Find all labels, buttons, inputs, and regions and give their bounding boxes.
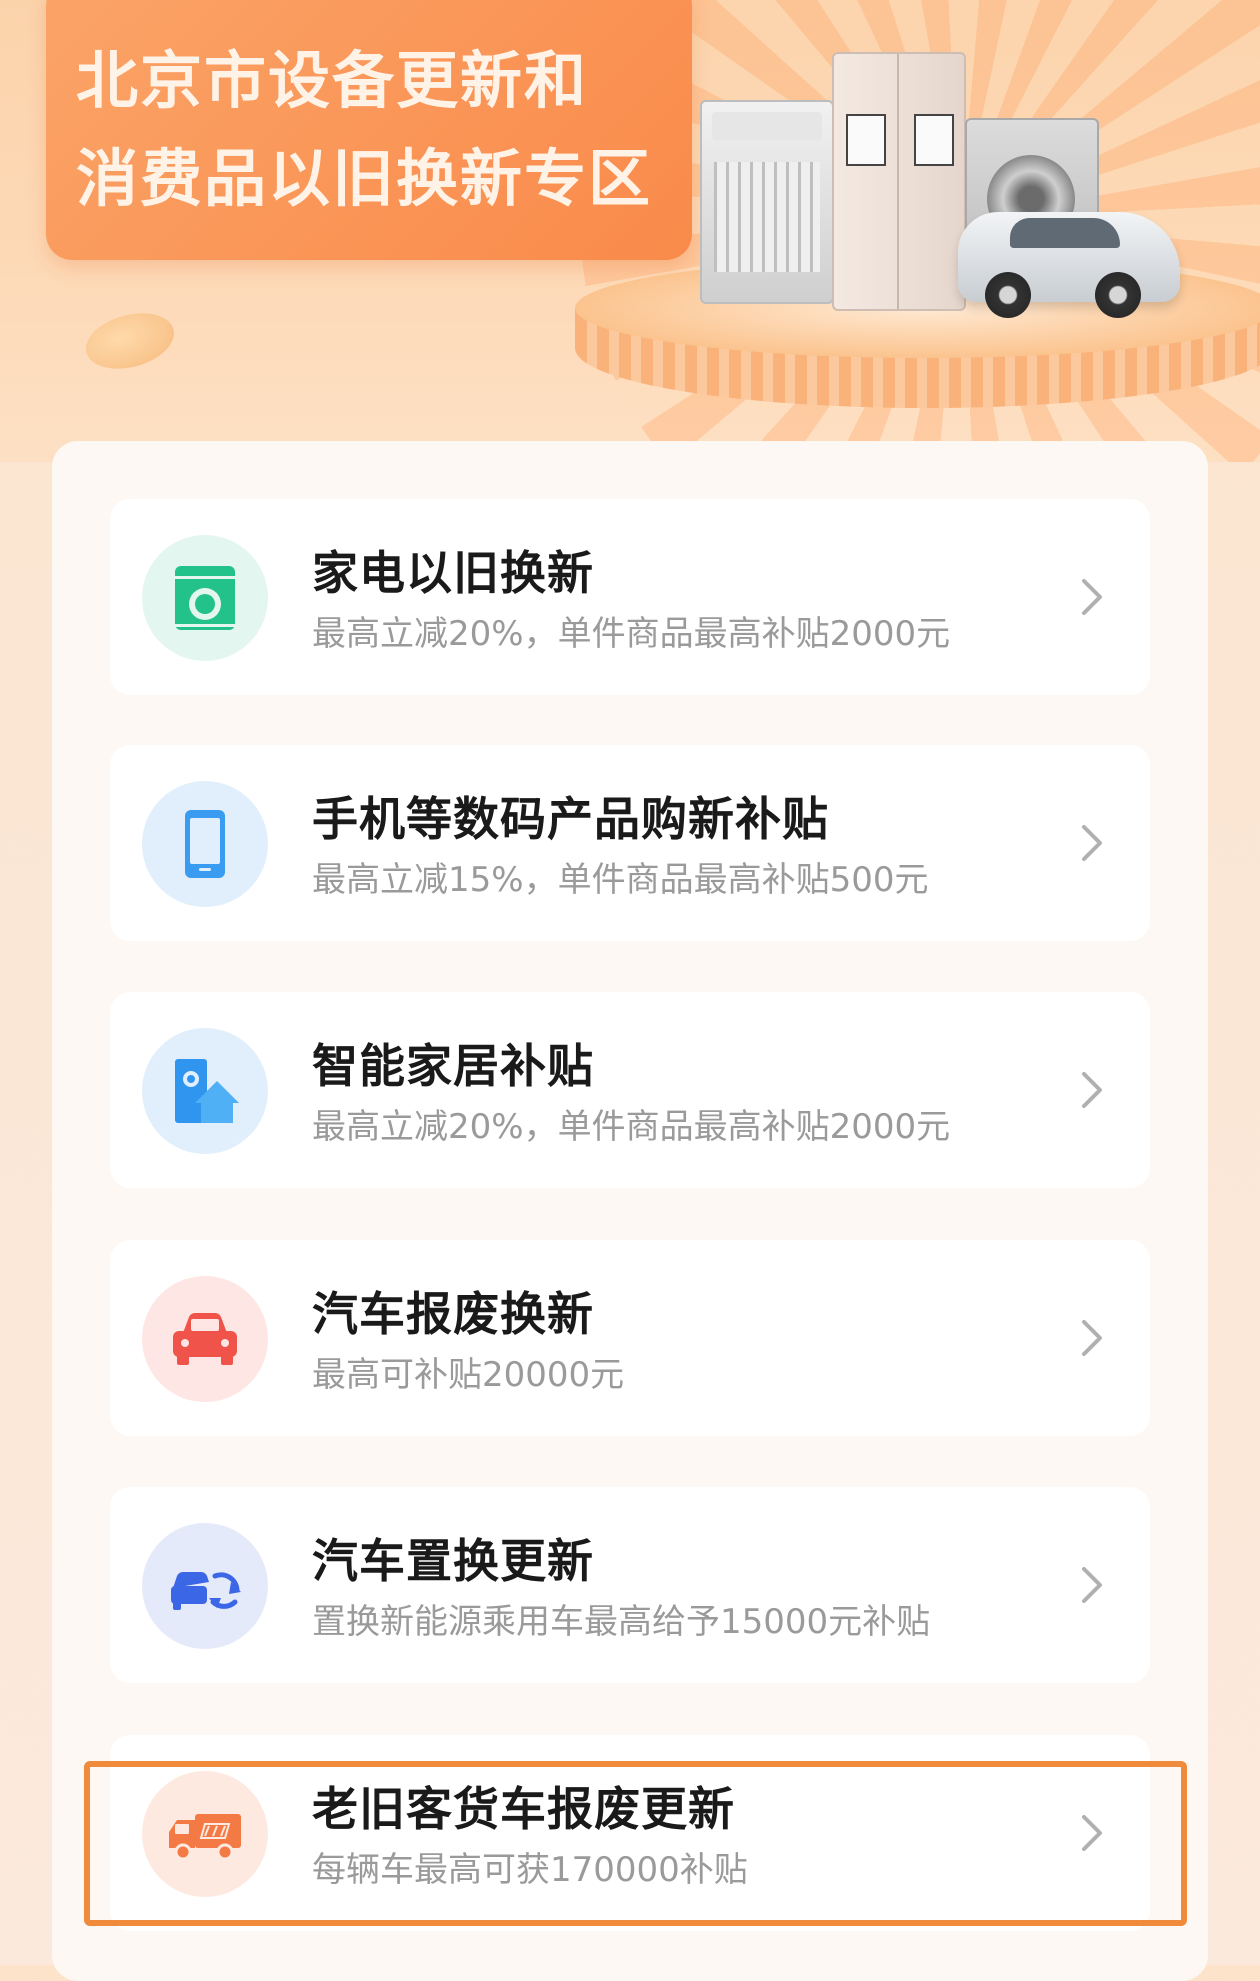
list-item-smart-home-subsidy[interactable]: 智能家居补贴 最高立减20%，单件商品最高补贴2000元 <box>110 992 1150 1188</box>
chevron-right-icon <box>1082 579 1102 615</box>
washing-machine-icon <box>175 566 235 630</box>
item-title: 汽车置换更新 <box>312 1534 594 1588</box>
banner: 北京市设备更新和 消费品以旧换新专区 <box>0 0 1260 462</box>
chevron-right-icon <box>1082 1072 1102 1108</box>
item-title: 智能家居补贴 <box>312 1039 594 1093</box>
appliance-icon-badge <box>142 535 268 661</box>
list-item-appliance-tradein[interactable]: 家电以旧换新 最高立减20%，单件商品最高补贴2000元 <box>110 499 1150 695</box>
item-subtitle: 最高立减20%，单件商品最高补贴2000元 <box>312 614 951 654</box>
banner-title-line-2: 消费品以旧换新专区 <box>76 142 653 215</box>
chevron-right-icon <box>1082 825 1102 861</box>
item-title: 汽车报废换新 <box>312 1287 594 1341</box>
item-subtitle: 最高可补贴20000元 <box>312 1355 625 1395</box>
smart-home-icon-badge <box>142 1028 268 1154</box>
dishwasher-image <box>700 100 834 304</box>
car-swap-icon <box>171 1572 241 1610</box>
smart-home-icon <box>175 1059 239 1123</box>
list-item-digital-subsidy[interactable]: 手机等数码产品购新补贴 最高立减15%，单件商品最高补贴500元 <box>110 745 1150 941</box>
item-subtitle: 最高立减15%，单件商品最高补贴500元 <box>312 860 929 900</box>
chevron-right-icon <box>1082 1320 1102 1356</box>
car-window <box>1010 218 1120 248</box>
item-subtitle: 最高立减20%，单件商品最高补贴2000元 <box>312 1107 951 1147</box>
chevron-right-icon <box>1082 1567 1102 1603</box>
item-subtitle: 置换新能源乘用车最高给予15000元补贴 <box>312 1602 931 1642</box>
banner-title-line-1: 北京市设备更新和 <box>76 44 589 117</box>
item-title: 家电以旧换新 <box>312 546 594 600</box>
car-icon-badge <box>142 1276 268 1402</box>
car-wheel <box>985 272 1031 318</box>
phone-icon <box>185 810 225 878</box>
list-item-car-scrap-renewal[interactable]: 汽车报废换新 最高可补贴20000元 <box>110 1240 1150 1436</box>
car-swap-icon-badge <box>142 1523 268 1649</box>
car-wheel <box>1095 272 1141 318</box>
refrigerator-image <box>832 52 966 311</box>
digital-icon-badge <box>142 781 268 907</box>
list-item-car-replacement[interactable]: 汽车置换更新 置换新能源乘用车最高给予15000元补贴 <box>110 1487 1150 1683</box>
coin-decoration <box>79 304 181 378</box>
highlight-box <box>84 1761 1187 1926</box>
car-icon <box>173 1313 237 1365</box>
item-title: 手机等数码产品购新补贴 <box>312 792 829 846</box>
